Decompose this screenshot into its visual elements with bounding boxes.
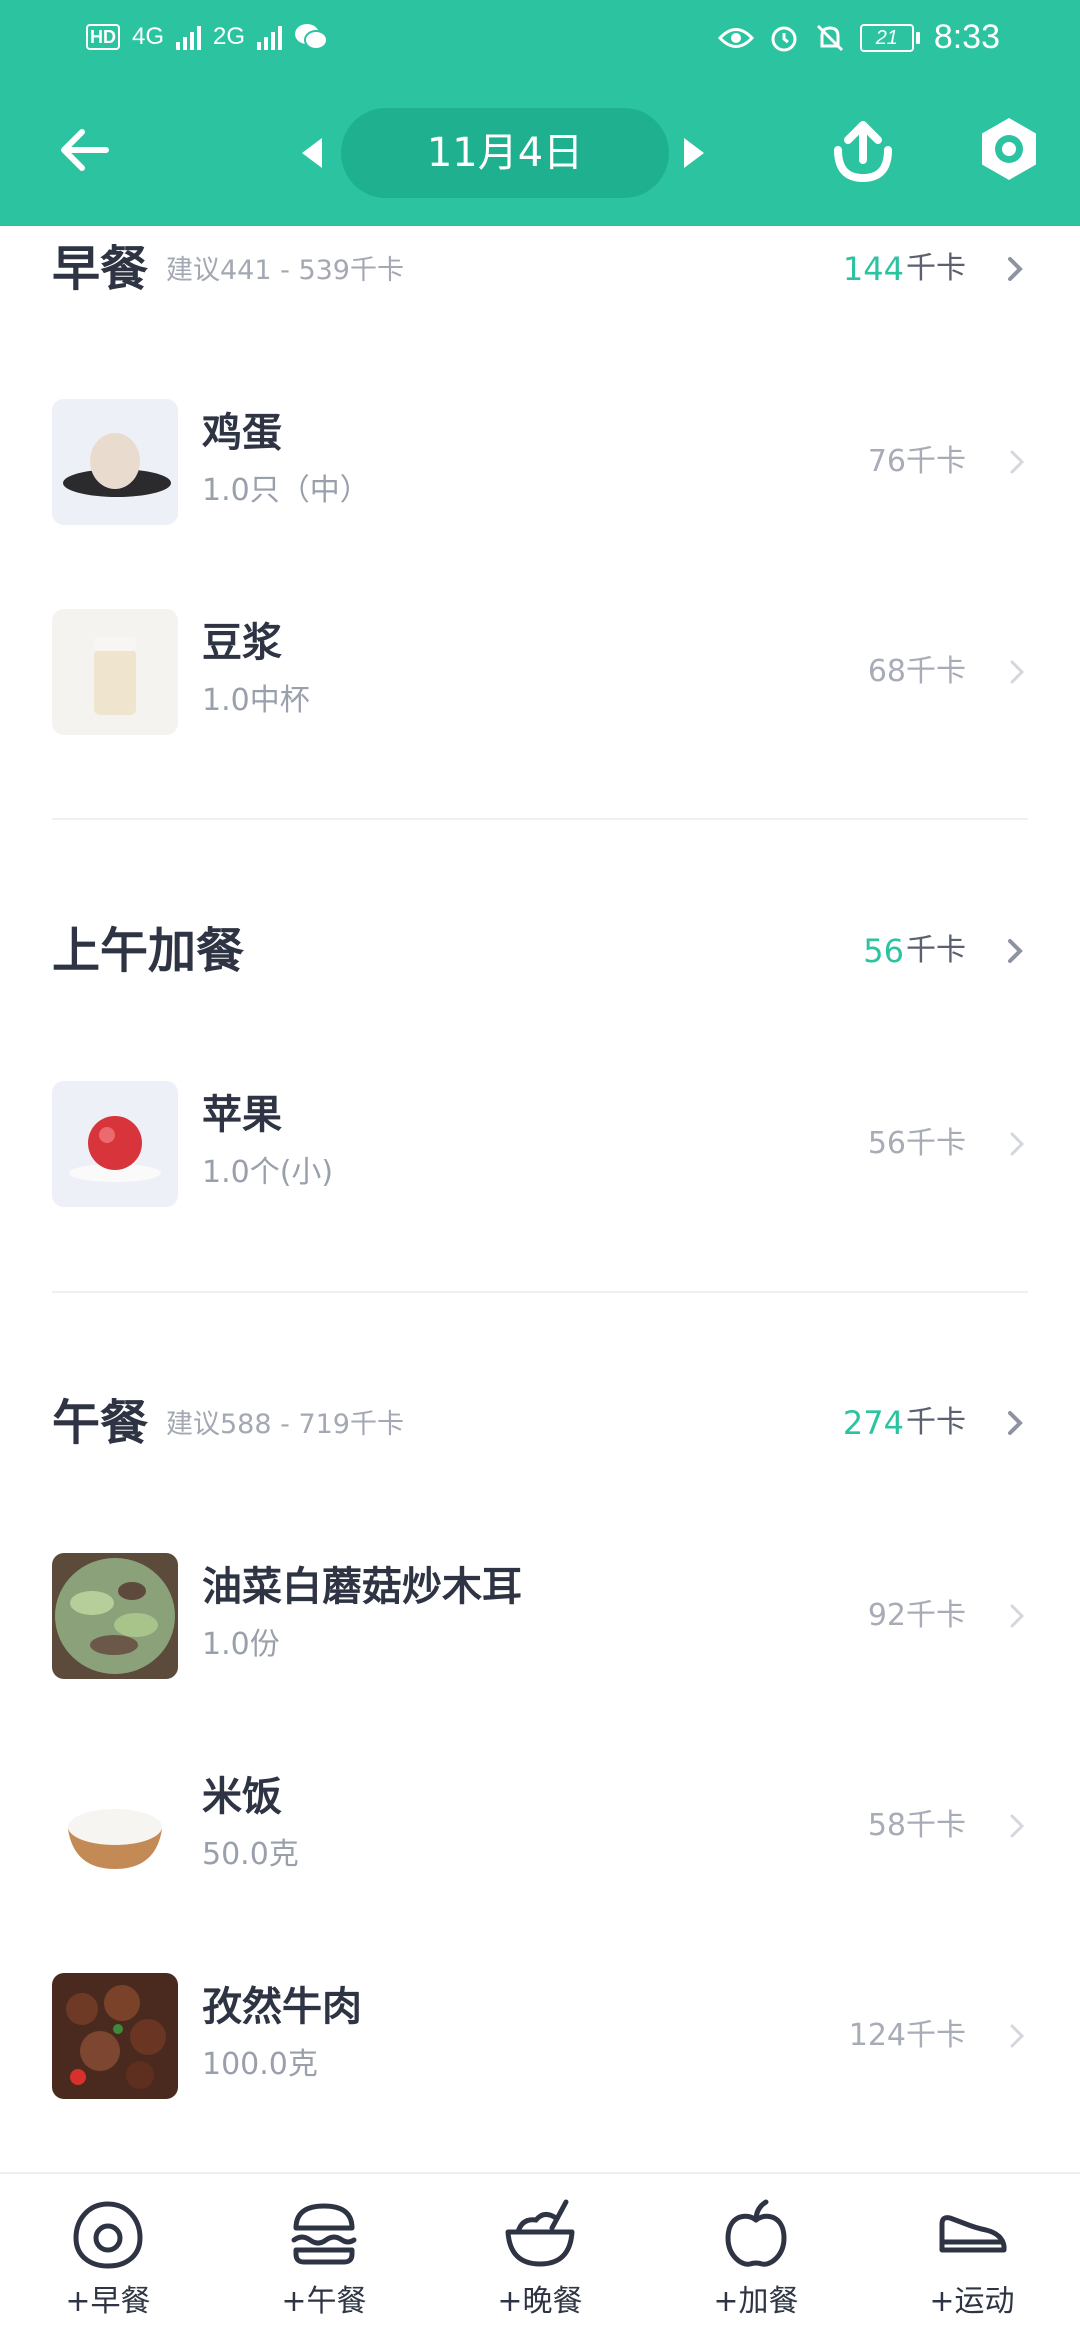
eye-icon	[717, 27, 754, 48]
bowl-icon	[505, 2199, 575, 2267]
food-item-egg[interactable]: 鸡蛋 1.0只（中） 76千卡	[52, 399, 1028, 525]
soymilk-photo	[52, 609, 178, 735]
chevron-right-icon	[1010, 450, 1025, 474]
apple-photo	[52, 1081, 178, 1207]
section-title: 午餐	[52, 1395, 149, 1451]
add-snack-button[interactable]: +加餐	[648, 2174, 864, 2340]
food-calories: 92千卡	[867, 1598, 966, 1633]
wechat-icon	[295, 24, 329, 50]
bottom-add-bar: +早餐 +午餐 +晚餐 +加餐 +运动	[0, 2172, 1080, 2340]
signal-icon	[176, 24, 202, 50]
food-item-apple[interactable]: 苹果 1.0个(小) 56千卡	[52, 1081, 1028, 1207]
food-name: 鸡蛋	[202, 410, 282, 456]
food-portion: 1.0份	[202, 1627, 280, 1662]
food-calories: 56千卡	[867, 1126, 966, 1161]
signal-icon-2	[257, 24, 283, 50]
vegetable-dish-photo	[52, 1553, 178, 1679]
tab-label: +加餐	[713, 2284, 799, 2319]
food-portion: 50.0克	[202, 1837, 299, 1872]
battery-icon: 21	[859, 23, 920, 52]
next-day-button[interactable]	[684, 138, 704, 168]
back-arrow-icon[interactable]	[52, 118, 116, 182]
chevron-right-icon	[1010, 1814, 1025, 1838]
nav-header: 11月4日	[0, 80, 1080, 226]
food-item-cumin-beef[interactable]: 孜然牛肉 100.0克 124千卡	[52, 1973, 1028, 2099]
chevron-right-icon	[1010, 2024, 1025, 2048]
hd-badge: HD	[86, 24, 120, 50]
status-bar: HD 4G 2G 21 8:33	[0, 0, 1080, 80]
share-upload-icon[interactable]	[828, 116, 898, 186]
section-unit: 千卡	[906, 251, 966, 286]
network-2g-label: 2G	[213, 23, 246, 50]
tab-label: +晚餐	[497, 2284, 583, 2319]
status-right: 21 8:33	[717, 18, 1000, 57]
breakfast-section-header[interactable]: 早餐 建议441 - 539千卡 144 千卡	[52, 234, 1028, 304]
egg-icon	[73, 2201, 143, 2269]
network-4g-label: 4G	[132, 23, 165, 50]
food-calories: 76千卡	[867, 444, 966, 479]
food-name: 孜然牛肉	[202, 1984, 362, 2030]
food-item-vegetables[interactable]: 油菜白蘑菇炒木耳 1.0份 92千卡	[52, 1553, 1028, 1679]
chevron-right-icon	[1008, 1411, 1023, 1435]
section-kcal: 274	[842, 1404, 904, 1442]
chevron-right-icon	[1010, 1604, 1025, 1628]
food-portion: 1.0个(小)	[202, 1155, 334, 1190]
food-item-soymilk[interactable]: 豆浆 1.0中杯 68千卡	[52, 609, 1028, 735]
section-title: 上午加餐	[52, 923, 245, 979]
chevron-right-icon	[1010, 1132, 1025, 1156]
add-exercise-button[interactable]: +运动	[864, 2174, 1080, 2340]
status-time: 8:33	[933, 18, 1000, 56]
date-selector[interactable]: 11月4日	[341, 108, 669, 198]
settings-icon[interactable]	[974, 114, 1044, 184]
section-title: 早餐	[52, 241, 149, 297]
mute-bell-icon	[816, 24, 843, 51]
battery-level: 21	[859, 23, 914, 52]
section-unit: 千卡	[906, 1405, 966, 1440]
header-bar: HD 4G 2G 21 8:33 11月4日	[0, 0, 1080, 226]
food-name: 豆浆	[202, 620, 282, 666]
morning-snack-section-header[interactable]: 上午加餐 56 千卡	[52, 916, 1028, 986]
egg-photo	[52, 399, 178, 525]
tab-label: +早餐	[65, 2284, 151, 2319]
section-hint: 建议441 - 539千卡	[166, 255, 404, 286]
section-kcal: 56	[863, 932, 904, 970]
section-divider	[52, 818, 1028, 820]
add-lunch-button[interactable]: +午餐	[216, 2174, 432, 2340]
previous-day-button[interactable]	[302, 138, 322, 168]
shoe-icon	[939, 2215, 1007, 2253]
tab-label: +午餐	[281, 2284, 367, 2319]
apple-icon	[725, 2199, 787, 2267]
food-item-rice[interactable]: 米饭 50.0克 58千卡	[52, 1763, 1028, 1889]
chevron-right-icon	[1008, 257, 1023, 281]
burger-icon	[291, 2203, 357, 2265]
chevron-right-icon	[1008, 939, 1023, 963]
rice-bowl-photo	[52, 1763, 178, 1889]
status-left: HD 4G 2G	[86, 22, 329, 52]
food-calories: 58千卡	[867, 1808, 966, 1843]
food-name: 油菜白蘑菇炒木耳	[202, 1564, 522, 1610]
tab-label: +运动	[929, 2284, 1015, 2319]
alarm-icon	[771, 26, 797, 51]
section-divider	[52, 1291, 1028, 1293]
food-portion: 100.0克	[202, 2047, 318, 2082]
food-calories: 124千卡	[848, 2018, 966, 2053]
add-dinner-button[interactable]: +晚餐	[432, 2174, 648, 2340]
add-breakfast-button[interactable]: +早餐	[0, 2174, 216, 2340]
cumin-beef-photo	[52, 1973, 178, 2099]
food-portion: 1.0中杯	[202, 683, 310, 718]
food-portion: 1.0只（中）	[202, 473, 370, 508]
food-name: 米饭	[202, 1774, 282, 1820]
food-name: 苹果	[202, 1092, 282, 1138]
section-unit: 千卡	[906, 933, 966, 968]
chevron-right-icon	[1010, 660, 1025, 684]
section-kcal: 144	[842, 250, 904, 288]
lunch-section-header[interactable]: 午餐 建议588 - 719千卡 274 千卡	[52, 1388, 1028, 1458]
food-calories: 68千卡	[867, 654, 966, 689]
section-hint: 建议588 - 719千卡	[166, 1409, 404, 1440]
